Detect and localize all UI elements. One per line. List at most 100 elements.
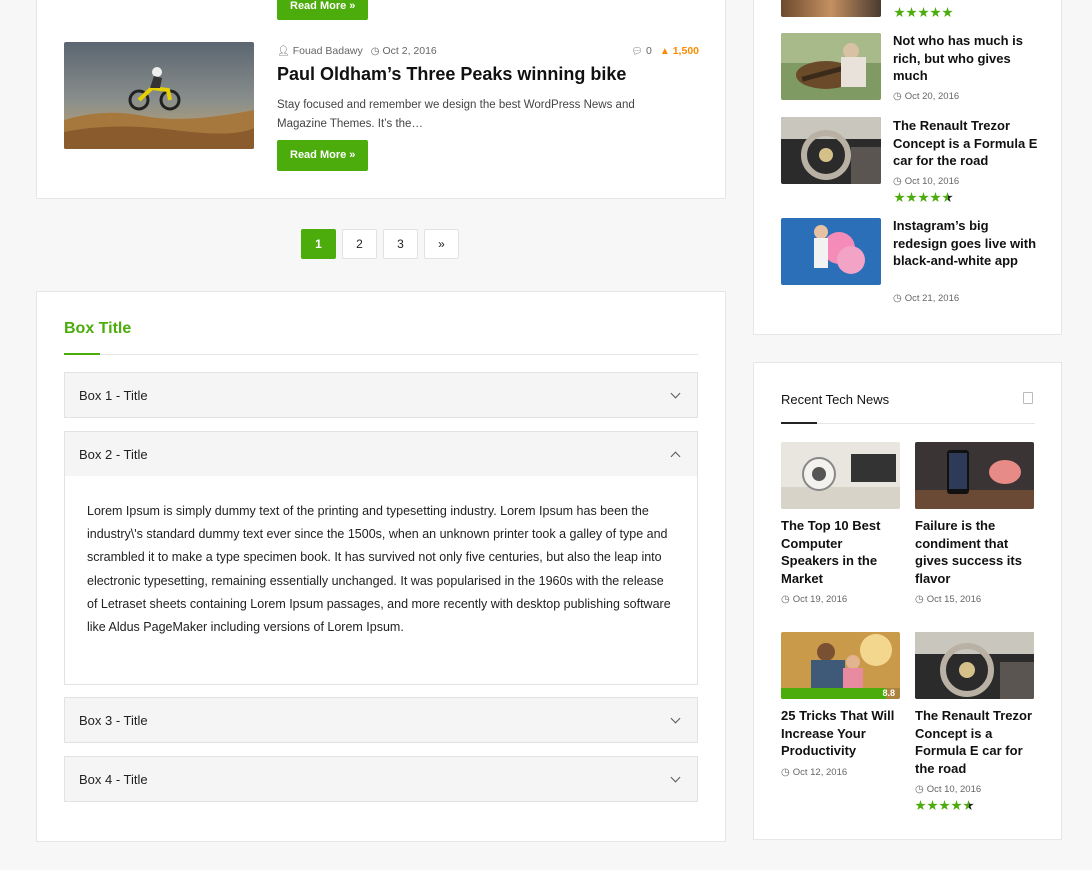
star-icon bbox=[906, 192, 917, 203]
sidebar-post-date-3: Oct 21, 2016 bbox=[904, 293, 960, 304]
widget-title: Recent Tech News bbox=[781, 392, 890, 407]
post-author[interactable]: Fouad Badawy bbox=[293, 45, 363, 57]
tech-meta-4: ◷ Oct 10, 2016 bbox=[915, 784, 981, 795]
user-icon: 👤︎ bbox=[277, 45, 290, 57]
widget-title-divider bbox=[781, 423, 1035, 424]
star-icon bbox=[906, 7, 917, 18]
star-icon bbox=[927, 800, 938, 811]
accordion-content-2: Lorem Ipsum is simply dummy text of the … bbox=[87, 504, 671, 635]
tech-title-3[interactable]: 25 Tricks That Will Increase Your Produc… bbox=[781, 707, 901, 760]
accordion-item-3: Box 3 - Title bbox=[64, 697, 698, 743]
accordion-item-1: Box 1 - Title bbox=[64, 372, 698, 418]
accordion-item-4: Box 4 - Title bbox=[64, 756, 698, 802]
box-title-divider bbox=[64, 354, 698, 355]
posts-card: Read More » 👤︎ Fouad Badawy ◷ Oct 2, 201… bbox=[36, 0, 726, 199]
clock-icon: ◷ bbox=[781, 767, 790, 778]
recent-tech-widget: Recent Tech News The Top 10 Best Compute… bbox=[753, 362, 1062, 840]
sidebar-post-meta-1: ◷ Oct 20, 2016 bbox=[893, 91, 959, 102]
next-page-button[interactable]: » bbox=[424, 229, 459, 259]
star-icon bbox=[951, 800, 962, 811]
accordion-item-2: Box 2 - Title Lorem Ipsum is simply dumm… bbox=[64, 431, 698, 685]
read-more-button[interactable]: Read More » bbox=[277, 140, 369, 171]
sidebar-post-meta-2: ◷ Oct 10, 2016 bbox=[893, 176, 959, 187]
post-thumbnail[interactable] bbox=[64, 42, 254, 149]
accordion-title-1: Box 1 - Title bbox=[79, 387, 148, 403]
star-icon bbox=[918, 192, 929, 203]
clock-icon: ◷ bbox=[370, 45, 380, 57]
tech-thumb-1[interactable] bbox=[781, 442, 900, 509]
clock-icon: ◷ bbox=[893, 293, 902, 304]
fire-icon: ▲ bbox=[659, 45, 670, 57]
tech-date-1: Oct 19, 2016 bbox=[792, 594, 848, 605]
page-1-button[interactable]: 1 bbox=[301, 229, 336, 259]
box-title-accent bbox=[64, 353, 100, 355]
sidebar-post-date-1: Oct 20, 2016 bbox=[904, 91, 960, 102]
accordion-header-1[interactable]: Box 1 - Title bbox=[65, 373, 697, 417]
accordion-header-4[interactable]: Box 4 - Title bbox=[65, 757, 697, 801]
accordion-body-2: Lorem Ipsum is simply dummy text of the … bbox=[65, 476, 697, 684]
rating-stars-top bbox=[894, 7, 953, 18]
tech-meta-3: ◷ Oct 12, 2016 bbox=[781, 767, 847, 778]
clock-icon: ◷ bbox=[915, 594, 924, 605]
document-icon bbox=[1023, 392, 1033, 404]
star-icon bbox=[939, 800, 950, 811]
post-views: 1,500 bbox=[672, 45, 699, 57]
star-icon bbox=[942, 7, 953, 18]
comment-icon: 💬︎ bbox=[631, 45, 643, 56]
tech-date-2: Oct 15, 2016 bbox=[926, 594, 982, 605]
box-title: Box Title bbox=[64, 320, 132, 337]
score-bar-fill bbox=[781, 688, 886, 699]
score-bar: 8.8 bbox=[781, 688, 900, 699]
sidebar-post-title-1[interactable]: Not who has much is rich, but who gives … bbox=[893, 32, 1038, 85]
tech-title-1[interactable]: The Top 10 Best Computer Speakers in the… bbox=[781, 517, 901, 587]
chevron-up-icon bbox=[670, 451, 681, 461]
sidebar-post-title-3[interactable]: Instagram’s big redesign goes live with … bbox=[893, 217, 1038, 270]
sidebar-post-thumb-3[interactable] bbox=[781, 218, 881, 285]
accordion-title-2: Box 2 - Title bbox=[79, 446, 148, 462]
sidebar-post-date-2: Oct 10, 2016 bbox=[904, 176, 960, 187]
clock-icon: ◷ bbox=[893, 91, 902, 102]
tech-title-4[interactable]: The Renault Trezor Concept is a Formula … bbox=[915, 707, 1035, 777]
tech-thumb-4[interactable] bbox=[915, 632, 1034, 699]
accordion-title-3: Box 3 - Title bbox=[79, 712, 148, 728]
chevron-down-icon bbox=[670, 388, 681, 398]
post-excerpt: Stay focused and remember we design the … bbox=[277, 99, 635, 130]
tech-title-2[interactable]: Failure is the condiment that gives succ… bbox=[915, 517, 1035, 587]
tech-meta-1: ◷ Oct 19, 2016 bbox=[781, 594, 847, 605]
sidebar-post-thumb-2[interactable] bbox=[781, 117, 881, 184]
clock-icon: ◷ bbox=[893, 176, 902, 187]
star-icon bbox=[894, 192, 905, 203]
post-meta: 👤︎ Fouad Badawy ◷ Oct 2, 2016 💬︎ 0 ▲ 1,5… bbox=[277, 45, 699, 57]
star-icon bbox=[930, 192, 941, 203]
sidebar-post-thumb-0[interactable] bbox=[781, 0, 881, 17]
tech-date-3: Oct 12, 2016 bbox=[792, 767, 848, 778]
tech-thumb-3[interactable]: 8.8 bbox=[781, 632, 900, 699]
star-half-icon bbox=[942, 192, 953, 203]
box-card: Box Title Box 1 - Title Box 2 - Title Lo… bbox=[36, 291, 726, 842]
sidebar-post-title-2[interactable]: The Renault Trezor Concept is a Formula … bbox=[893, 117, 1038, 170]
tech-meta-2: ◷ Oct 15, 2016 bbox=[915, 594, 981, 605]
star-half-icon bbox=[963, 800, 974, 811]
star-icon bbox=[915, 800, 926, 811]
accordion-header-3[interactable]: Box 3 - Title bbox=[65, 698, 697, 742]
read-more-button-top[interactable]: Read More » bbox=[277, 0, 369, 20]
accordion-title-4: Box 4 - Title bbox=[79, 771, 148, 787]
sidebar-post-meta-3: ◷ Oct 21, 2016 bbox=[893, 293, 959, 304]
page-3-button[interactable]: 3 bbox=[383, 229, 418, 259]
post-title[interactable]: Paul Oldham’s Three Peaks winning bike bbox=[277, 64, 626, 85]
rating-stars-2 bbox=[894, 192, 953, 203]
post-date: Oct 2, 2016 bbox=[382, 45, 437, 57]
accordion-header-2[interactable]: Box 2 - Title bbox=[65, 432, 697, 476]
widget-title-accent bbox=[781, 422, 817, 424]
post-comments[interactable]: 0 bbox=[646, 45, 652, 57]
chevron-down-icon bbox=[670, 713, 681, 723]
tech-thumb-2[interactable] bbox=[915, 442, 1034, 509]
chevron-down-icon bbox=[670, 772, 681, 782]
sidebar-post-thumb-1[interactable] bbox=[781, 33, 881, 100]
score-value: 8.8 bbox=[882, 688, 895, 698]
tech-date-4: Oct 10, 2016 bbox=[926, 784, 982, 795]
page-2-button[interactable]: 2 bbox=[342, 229, 377, 259]
clock-icon: ◷ bbox=[781, 594, 790, 605]
sidebar-posts-widget: Not who has much is rich, but who gives … bbox=[753, 0, 1062, 335]
star-icon bbox=[930, 7, 941, 18]
